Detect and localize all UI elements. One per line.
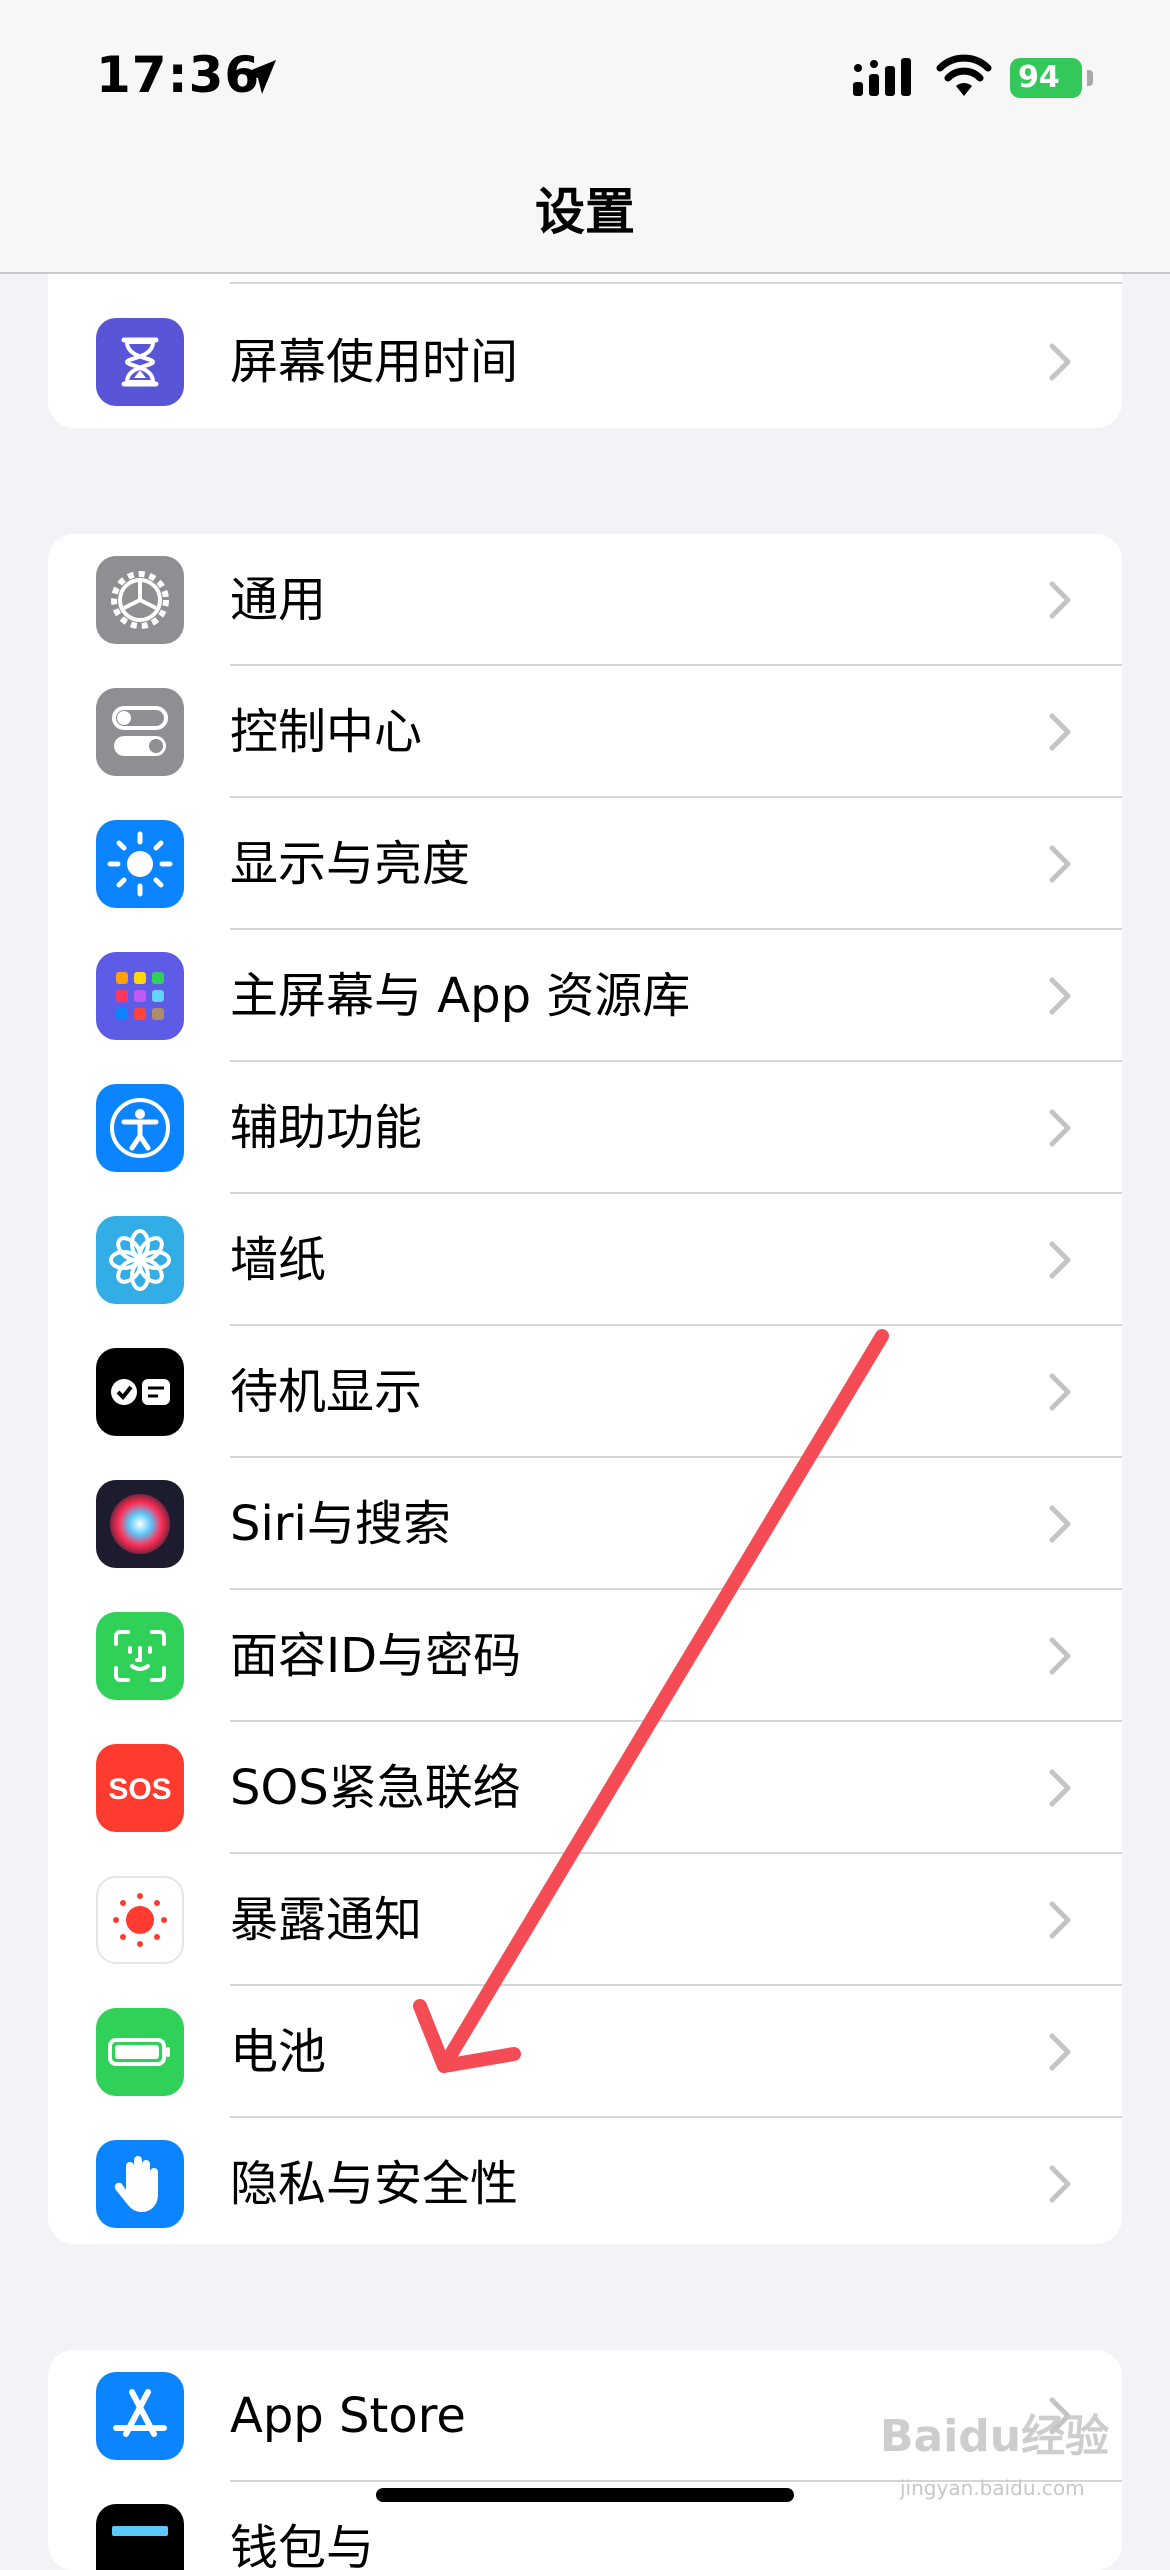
status-time: 17:36 bbox=[96, 46, 261, 104]
wifi-icon bbox=[936, 54, 992, 96]
chevron-right-icon bbox=[1049, 1637, 1071, 1675]
settings-row-label: App Store bbox=[230, 2388, 466, 2444]
settings-row-label: 控制中心 bbox=[230, 704, 423, 760]
settings-row-label: 电池 bbox=[230, 2024, 327, 2080]
chevron-right-icon bbox=[1049, 581, 1071, 619]
settings-row-control-center[interactable]: 控制中心 bbox=[48, 666, 1122, 798]
battery-nub bbox=[1087, 70, 1093, 86]
chevron-right-icon bbox=[1049, 1109, 1071, 1147]
location-arrow-icon bbox=[242, 60, 276, 94]
settings-row-label: 辅助功能 bbox=[230, 1100, 423, 1156]
settings-row-label: 主屏幕与 App 资源库 bbox=[230, 968, 691, 1024]
settings-row-label: 待机显示 bbox=[230, 1364, 423, 1420]
watermark-url: jingyan.baidu.com bbox=[900, 2476, 1085, 2500]
battery-level: 94 bbox=[1010, 58, 1082, 98]
chevron-right-icon bbox=[1049, 1241, 1071, 1279]
settings-row-label: 暴露通知 bbox=[230, 1892, 423, 1948]
settings-row-label: 显示与亮度 bbox=[230, 836, 471, 892]
home-indicator[interactable] bbox=[376, 2488, 794, 2502]
settings-row-label: 通用 bbox=[230, 572, 327, 628]
settings-row-standby[interactable]: 待机显示 bbox=[48, 1326, 1122, 1458]
chevron-right-icon bbox=[1049, 1901, 1071, 1939]
settings-row-home-screen[interactable]: 主屏幕与 App 资源库 bbox=[48, 930, 1122, 1062]
sun-icon bbox=[96, 820, 184, 908]
settings-row-screen-time[interactable]: 屏幕使用时间 bbox=[48, 296, 1122, 428]
settings-row-exposure-notifications[interactable]: 暴露通知 bbox=[48, 1854, 1122, 1986]
watermark-logo: Baidu经验 bbox=[880, 2411, 1110, 2462]
settings-row-battery[interactable]: 电池 bbox=[48, 1986, 1122, 2118]
cellular-signal-icon bbox=[853, 58, 911, 96]
flower-icon bbox=[96, 1216, 184, 1304]
settings-row-display-brightness[interactable]: 显示与亮度 bbox=[48, 798, 1122, 930]
chevron-right-icon bbox=[1049, 845, 1071, 883]
svg-text:SOS: SOS bbox=[108, 1773, 171, 1806]
hand-icon bbox=[96, 2140, 184, 2228]
settings-row-label: 钱包与 bbox=[230, 2520, 375, 2570]
siri-icon bbox=[96, 1480, 184, 1568]
settings-row-general[interactable]: 通用 bbox=[48, 534, 1122, 666]
settings-row-label: 屏幕使用时间 bbox=[230, 334, 519, 390]
page-title: 设置 bbox=[535, 183, 635, 241]
hourglass-icon bbox=[96, 318, 184, 406]
settings-row-label: Siri与搜索 bbox=[230, 1496, 451, 1552]
settings-row-wallpaper[interactable]: 墙纸 bbox=[48, 1194, 1122, 1326]
settings-row-label: 墙纸 bbox=[230, 1232, 327, 1288]
top-bar: 17:36 94 设置 bbox=[0, 0, 1170, 274]
settings-row-face-id[interactable]: 面容ID与密码 bbox=[48, 1590, 1122, 1722]
standby-icon bbox=[96, 1348, 184, 1436]
app-grid-icon bbox=[96, 952, 184, 1040]
accessibility-icon bbox=[96, 1084, 184, 1172]
settings-row-siri-search[interactable]: Siri与搜索 bbox=[48, 1458, 1122, 1590]
gear-icon bbox=[96, 556, 184, 644]
settings-row-accessibility[interactable]: 辅助功能 bbox=[48, 1062, 1122, 1194]
settings-row-label: 面容ID与密码 bbox=[230, 1628, 522, 1684]
face-id-icon bbox=[96, 1612, 184, 1700]
chevron-right-icon bbox=[1049, 2165, 1071, 2203]
settings-row-privacy-security[interactable]: 隐私与安全性 bbox=[48, 2118, 1122, 2244]
chevron-right-icon bbox=[1049, 1373, 1071, 1411]
chevron-right-icon bbox=[1049, 343, 1071, 381]
app-store-icon bbox=[96, 2372, 184, 2460]
settings-row-label: SOS紧急联络 bbox=[230, 1760, 521, 1816]
toggles-icon bbox=[96, 688, 184, 776]
wallet-icon bbox=[96, 2504, 184, 2570]
chevron-right-icon bbox=[1049, 977, 1071, 1015]
exposure-icon bbox=[96, 1876, 184, 1964]
chevron-right-icon bbox=[1049, 713, 1071, 751]
chevron-right-icon bbox=[1049, 2033, 1071, 2071]
settings-row-label: 隐私与安全性 bbox=[230, 2156, 519, 2212]
sos-icon: SOS bbox=[96, 1744, 184, 1832]
settings-row-emergency-sos[interactable]: SOS SOS紧急联络 bbox=[48, 1722, 1122, 1854]
battery-icon bbox=[96, 2008, 184, 2096]
chevron-right-icon bbox=[1049, 1769, 1071, 1807]
settings-group-2: 通用 控制中心 显示与亮度 主屏幕与 App 资源库 辅助功能 墙纸 待机显示 … bbox=[48, 534, 1122, 2244]
chevron-right-icon bbox=[1049, 1505, 1071, 1543]
